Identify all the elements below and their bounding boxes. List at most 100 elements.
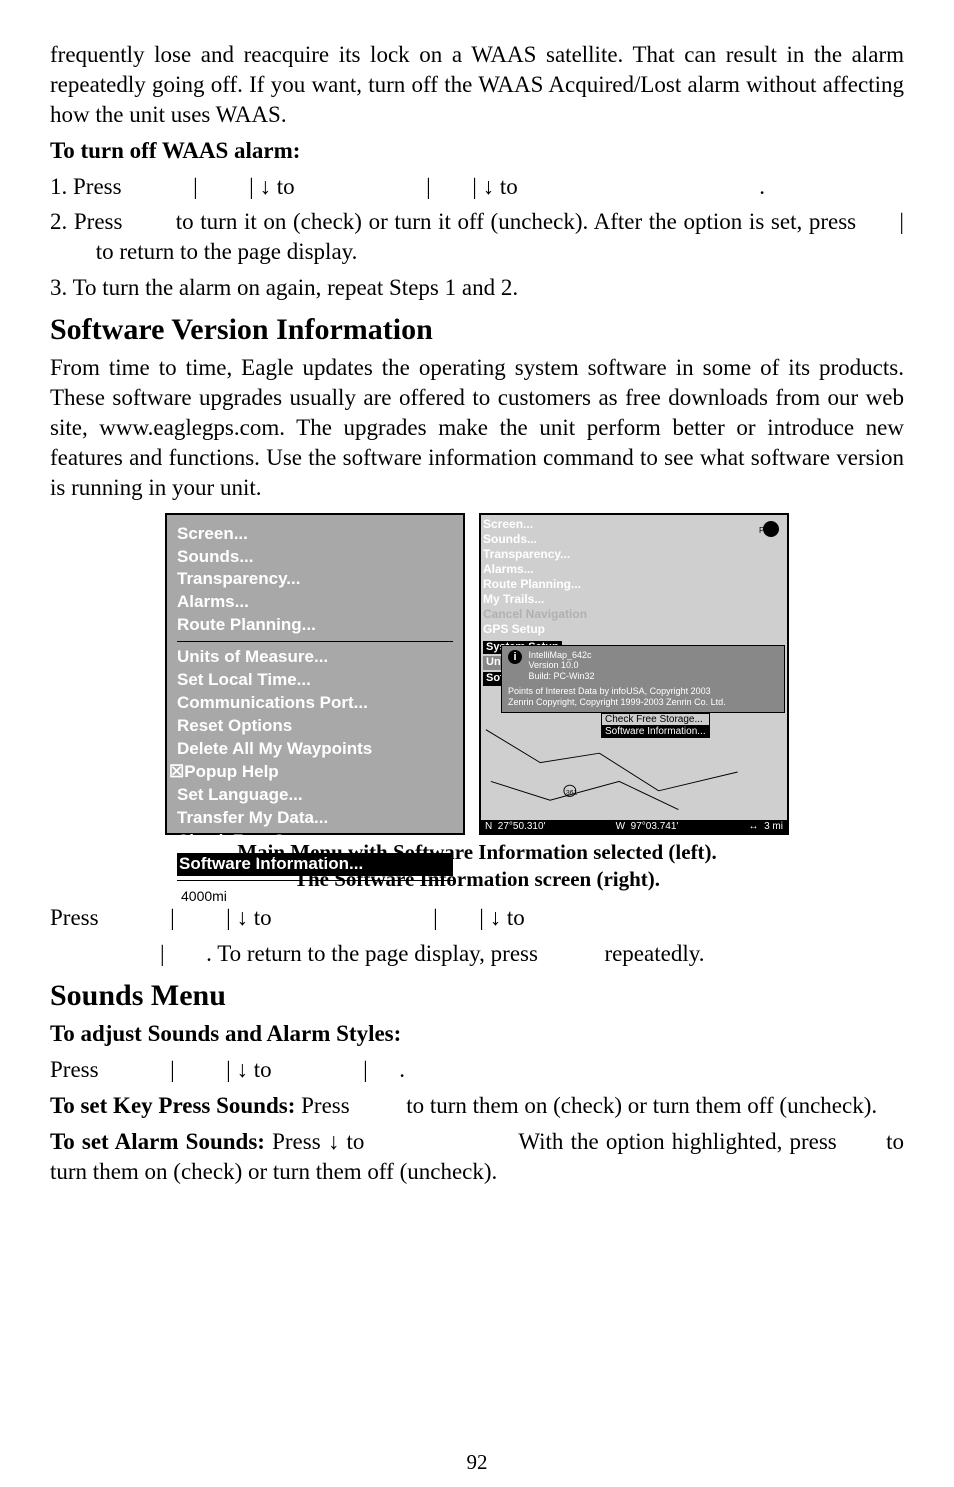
- screenshot-main-menu: Screen... Sounds... Transparency... Alar…: [165, 513, 465, 835]
- menu-item: Alarms...: [483, 562, 653, 577]
- status-lat: 27°50.310': [498, 821, 546, 832]
- text: to: [254, 905, 278, 930]
- page-number: 92: [0, 1450, 954, 1475]
- menu-item: Sounds...: [177, 546, 453, 569]
- text: to turn it on (check) or turn it off (un…: [176, 209, 863, 234]
- key-press-sounds: To set Key Press Sounds: Press to turn t…: [50, 1091, 904, 1121]
- text: |: [170, 1057, 175, 1082]
- menu-item: Transparency...: [177, 568, 453, 591]
- step-2: 2. Press to turn it on (check) or turn i…: [50, 207, 904, 267]
- menu-item: Set Language...: [177, 784, 453, 807]
- press-sounds: Press | | ↓ to | .: [50, 1055, 904, 1085]
- sub-item: Check Free Storage...: [601, 713, 710, 726]
- heading-sounds-menu: Sounds Menu: [50, 979, 904, 1013]
- text: |: [226, 905, 231, 930]
- text: Popup Help: [184, 762, 278, 781]
- down-arrow-icon: ↓: [237, 1056, 249, 1082]
- svg-text:361: 361: [566, 789, 578, 796]
- menu-item: Delete All My Waypoints: [177, 738, 453, 761]
- text: |: [479, 905, 484, 930]
- info-line: Zenrin Copyright, Copyright 1999-2003 Ze…: [508, 697, 778, 708]
- sub-item-highlighted: Software Information...: [601, 725, 710, 738]
- menu-item: Sounds...: [483, 532, 653, 547]
- text: .: [759, 174, 765, 199]
- down-arrow-icon: ↓: [328, 1128, 340, 1154]
- menu-item: Transparency...: [483, 547, 653, 562]
- text: to: [500, 174, 524, 199]
- alarm-sounds: To set Alarm Sounds: Press ↓ to With the…: [50, 1127, 904, 1187]
- menu-item: Set Local Time...: [177, 669, 453, 692]
- text: To set Alarm Sounds:: [50, 1129, 265, 1154]
- text: |: [226, 1057, 231, 1082]
- status-bar: N 27°50.310' W 97°03.741' ↔ 3 mi: [481, 820, 787, 833]
- text: |: [249, 174, 254, 199]
- map-background-icon: 361: [481, 725, 787, 819]
- heading-software-version: Software Version Information: [50, 313, 904, 347]
- menu-item: Screen...: [177, 523, 453, 546]
- compass-icon: Pass: [745, 519, 779, 539]
- text: Press: [301, 1093, 355, 1118]
- text: to: [347, 1129, 372, 1154]
- text: |: [193, 174, 198, 199]
- text: Press: [50, 1057, 104, 1082]
- menu-item: My Trails...: [483, 592, 653, 607]
- text: |: [472, 174, 477, 199]
- text: |: [170, 905, 175, 930]
- text: 1. Press: [50, 174, 127, 199]
- step-1: 1. Press | | ↓ to | | ↓ to .: [50, 172, 904, 202]
- text: to: [254, 1057, 278, 1082]
- down-arrow-icon: ↓: [483, 173, 495, 199]
- text: |: [426, 174, 431, 199]
- software-info-box: i IntelliMap_642c Version 10.0 Build: PC…: [501, 645, 785, 713]
- info-line: Build: PC-Win32: [529, 671, 595, 681]
- caption-line-1: Main Menu with Software Information sele…: [237, 840, 717, 864]
- heading-adjust-sounds: To adjust Sounds and Alarm Styles:: [50, 1019, 904, 1049]
- text: With the option highlighted, press: [518, 1129, 844, 1154]
- text: Press: [272, 1129, 328, 1154]
- menu-item: Units of Measure...: [177, 646, 453, 669]
- figure-row: Screen... Sounds... Transparency... Alar…: [50, 513, 904, 835]
- text: |: [363, 1057, 368, 1082]
- press-sequence-2: | . To return to the page display, press…: [50, 939, 904, 969]
- menu-item-disabled: Cancel Navigation: [483, 607, 653, 622]
- text: Press: [50, 905, 104, 930]
- sub-menu: Check Free Storage... Software Informati…: [601, 713, 710, 737]
- svg-text:Pass: Pass: [759, 526, 777, 535]
- text: repeatedly.: [604, 941, 704, 966]
- menu-item: Route Planning...: [483, 577, 653, 592]
- status-w: W: [616, 821, 625, 832]
- status-lon: 97°03.741': [631, 821, 679, 832]
- text: |: [899, 209, 904, 234]
- menu-item-popup-help: ☒Popup Help: [169, 761, 453, 784]
- menu-item: Alarms...: [177, 591, 453, 614]
- screenshot-software-info: Pass Screen... Sounds... Transparency...…: [479, 513, 789, 835]
- text: .: [399, 1057, 405, 1082]
- menu-item: Route Planning...: [177, 614, 453, 637]
- text: to turn them on (check) or turn them off…: [406, 1093, 877, 1118]
- text: to return to the page display.: [96, 239, 358, 264]
- paragraph-waas-intro: frequently lose and reacquire its lock o…: [50, 40, 904, 130]
- info-line: Points of Interest Data by infoUSA, Copy…: [508, 686, 778, 697]
- paragraph-svi: From time to time, Eagle updates the ope…: [50, 353, 904, 502]
- text: |: [433, 905, 438, 930]
- info-line: IntelliMap_642c: [529, 650, 592, 660]
- status-scale: 3 mi: [764, 821, 783, 832]
- step-3: 3. To turn the alarm on again, repeat St…: [50, 273, 904, 303]
- text: 2. Press: [50, 209, 129, 234]
- caption-line-2: The Software Information screen (right).: [294, 867, 660, 891]
- status-n: N: [485, 821, 492, 832]
- heading-turn-off-waas: To turn off WAAS alarm:: [50, 136, 904, 166]
- arrow-icon: ↔: [749, 821, 759, 832]
- text: . To return to the page display, press: [206, 941, 544, 966]
- down-arrow-icon: ↓: [237, 904, 249, 930]
- press-sequence-1: Press | | ↓ to | | ↓ to: [50, 903, 904, 933]
- info-icon: i: [508, 650, 522, 664]
- text: to: [277, 174, 301, 199]
- menu-item: Screen...: [483, 517, 653, 532]
- down-arrow-icon: ↓: [260, 173, 272, 199]
- info-line: Version 10.0: [529, 660, 579, 670]
- text: To set Key Press Sounds:: [50, 1093, 295, 1118]
- menu-item: GPS Setup: [483, 622, 653, 637]
- menu-item: Communications Port...: [177, 692, 453, 715]
- menu-item: Reset Options: [177, 715, 453, 738]
